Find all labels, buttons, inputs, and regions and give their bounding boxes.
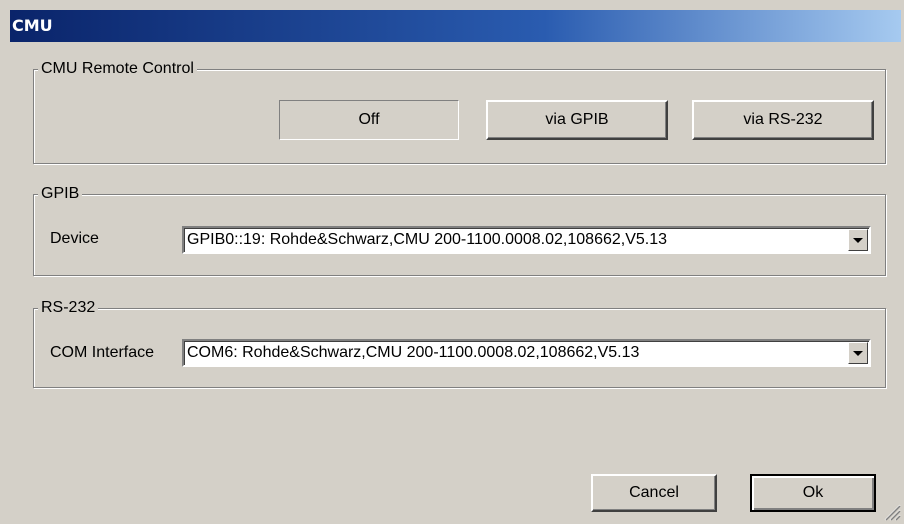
chevron-down-icon[interactable] — [848, 342, 868, 364]
window-title: CMU — [12, 16, 53, 35]
cancel-button[interactable]: Cancel — [591, 474, 717, 512]
chevron-down-icon[interactable] — [848, 229, 868, 251]
com-interface-select[interactable]: COM6: Rohde&Schwarz,CMU 200-1100.0008.02… — [182, 339, 871, 367]
title-bar[interactable]: CMU — [10, 10, 901, 42]
com-interface-label: COM Interface — [50, 344, 155, 361]
resize-grip-icon[interactable] — [881, 501, 901, 521]
cmu-dialog: CMU CMU Remote Control Off via GPIB via … — [0, 0, 904, 524]
device-label: Device — [50, 230, 99, 247]
rs232-group-title: RS-232 — [38, 298, 99, 318]
gpib-device-value: GPIB0::19: Rohde&Schwarz,CMU 200-1100.00… — [187, 231, 668, 248]
via-gpib-button[interactable]: via GPIB — [486, 100, 668, 140]
gpib-group-title: GPIB — [38, 184, 83, 204]
via-rs232-button[interactable]: via RS-232 — [692, 100, 874, 140]
off-button[interactable]: Off — [279, 100, 459, 140]
remote-control-group-title: CMU Remote Control — [38, 59, 197, 79]
ok-button[interactable]: Ok — [750, 474, 876, 512]
gpib-device-select[interactable]: GPIB0::19: Rohde&Schwarz,CMU 200-1100.00… — [182, 226, 871, 254]
com-interface-value: COM6: Rohde&Schwarz,CMU 200-1100.0008.02… — [187, 344, 640, 361]
